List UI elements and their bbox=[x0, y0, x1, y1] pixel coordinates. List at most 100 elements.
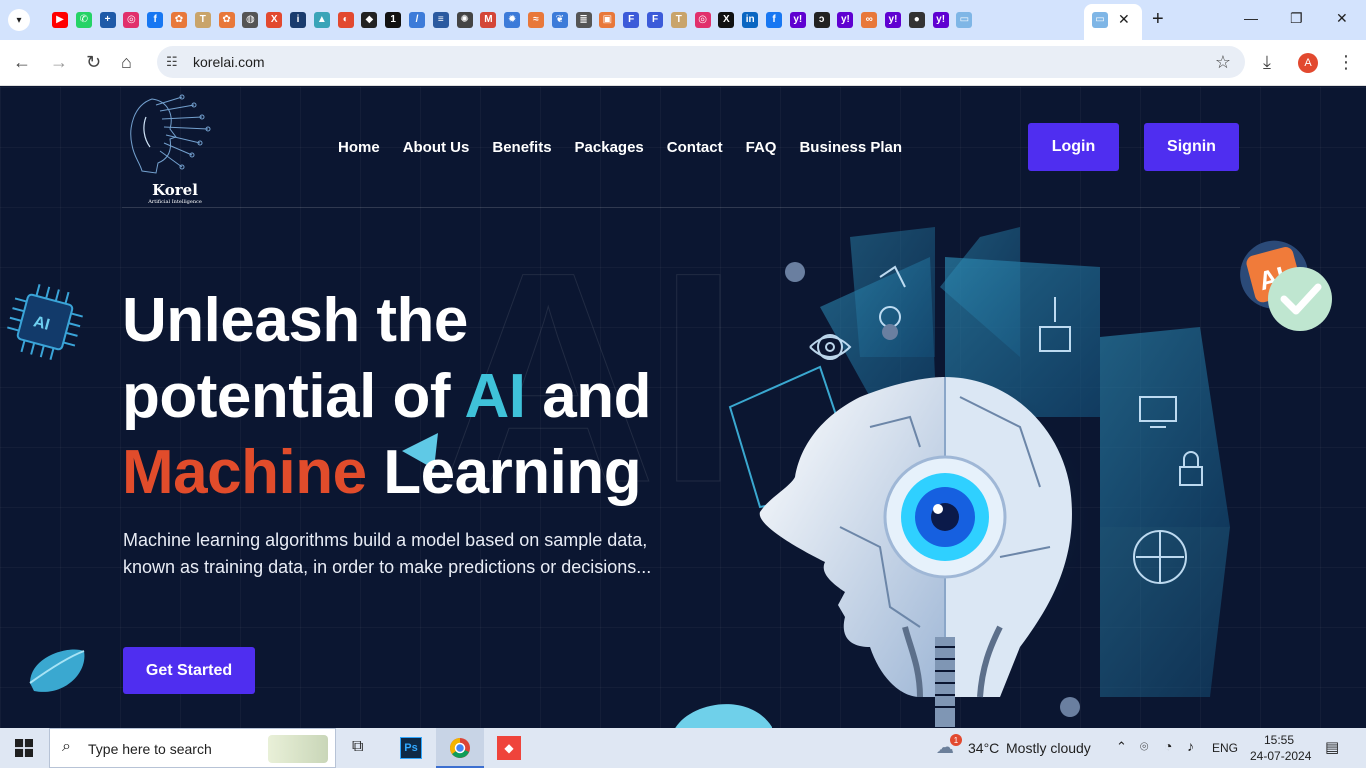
close-icon[interactable]: ✕ bbox=[1118, 11, 1130, 28]
gmail-icon[interactable]: M bbox=[480, 12, 497, 28]
minimize-icon[interactable]: — bbox=[1244, 10, 1258, 26]
reload-icon[interactable]: ↻ bbox=[86, 53, 101, 71]
logo-subtitle: Artificial Intelligence bbox=[148, 199, 202, 205]
decorative-blob bbox=[675, 704, 772, 728]
leaf-icon[interactable]: ❦ bbox=[551, 12, 568, 28]
logo-name: Korel bbox=[152, 181, 198, 199]
forward-icon[interactable]: → bbox=[50, 53, 68, 71]
nav-home[interactable]: Home bbox=[338, 139, 380, 156]
tcc-icon[interactable]: ≡ bbox=[432, 12, 449, 28]
box-icon[interactable]: ▣ bbox=[599, 12, 616, 28]
task-view-icon[interactable]: ⧉ bbox=[352, 738, 363, 756]
yahoo-icon[interactable]: y! bbox=[789, 12, 806, 28]
nav-about-us[interactable]: About Us bbox=[403, 139, 470, 156]
url-text[interactable]: korelai.com bbox=[193, 54, 265, 70]
taskbar-search-box[interactable]: ⌕ Type here to search bbox=[49, 728, 336, 768]
weather-temperature[interactable]: 34°C bbox=[968, 740, 999, 756]
dark-app-icon[interactable]: ◆ bbox=[361, 12, 378, 28]
hook-icon[interactable]: ɔ bbox=[813, 12, 830, 28]
facebook-icon[interactable]: f bbox=[147, 12, 164, 28]
one-icon[interactable]: 1 bbox=[385, 12, 402, 28]
yahoo-icon[interactable]: y! bbox=[885, 12, 901, 28]
header-divider bbox=[122, 207, 1240, 208]
x-icon[interactable]: X bbox=[718, 12, 735, 28]
emblem-icon[interactable]: ✿ bbox=[218, 12, 235, 28]
openai-icon[interactable]: ✺ bbox=[456, 12, 473, 28]
close-window-icon[interactable]: ✕ bbox=[1336, 10, 1348, 27]
chevron-up-icon[interactable]: ⌃ bbox=[1116, 739, 1127, 755]
globe-icon[interactable]: ◍ bbox=[242, 12, 259, 28]
meet-now-icon[interactable]: ⌾ bbox=[1140, 738, 1148, 755]
windows-start-icon[interactable] bbox=[15, 739, 33, 757]
youtube-icon[interactable]: ▶ bbox=[52, 12, 68, 28]
nav-contact[interactable]: Contact bbox=[667, 139, 723, 156]
linkedin-icon[interactable]: in bbox=[742, 12, 759, 28]
plus-app-icon[interactable]: + bbox=[99, 12, 116, 28]
home-icon[interactable]: ⌂ bbox=[121, 53, 132, 71]
signin-button[interactable]: Signin bbox=[1144, 123, 1239, 171]
chrome-taskbar-button[interactable] bbox=[436, 728, 484, 768]
language-indicator[interactable]: ENG bbox=[1212, 741, 1238, 755]
emblem-icon[interactable]: ✿ bbox=[171, 12, 187, 28]
indeed-icon[interactable]: i bbox=[290, 12, 306, 28]
weather-badge: 1 bbox=[950, 734, 962, 746]
network-icon[interactable]: ◔ bbox=[1164, 738, 1172, 754]
search-icon: ⌕ bbox=[62, 738, 71, 755]
hero-description: Machine learning algorithms build a mode… bbox=[123, 530, 652, 577]
circle-icon[interactable]: ● bbox=[908, 12, 925, 28]
restore-icon[interactable]: ❐ bbox=[1290, 10, 1303, 27]
hero-ai-highlight: AI bbox=[464, 362, 527, 431]
login-button[interactable]: Login bbox=[1028, 123, 1119, 171]
chrome-icon bbox=[450, 738, 470, 758]
facebook-icon[interactable]: f bbox=[766, 12, 782, 28]
instagram-icon[interactable]: ◎ bbox=[694, 12, 711, 28]
gear-icon[interactable]: ✹ bbox=[504, 12, 521, 28]
instagram-icon[interactable]: ◎ bbox=[123, 12, 140, 28]
tab-search-button[interactable]: ▾ bbox=[8, 9, 30, 31]
download-icon[interactable]: ⤓ bbox=[1263, 53, 1271, 71]
hero-line-3-end: Learning bbox=[366, 438, 642, 507]
new-tab-button[interactable]: + bbox=[1152, 9, 1164, 29]
photoshop-icon[interactable]: Ps bbox=[400, 737, 422, 759]
nav-packages[interactable]: Packages bbox=[575, 139, 644, 156]
search-placeholder: Type here to search bbox=[88, 741, 212, 757]
hero-line-1: Unleash the bbox=[122, 286, 468, 355]
nav-faq[interactable]: FAQ bbox=[746, 139, 777, 156]
t-icon[interactable]: T bbox=[194, 12, 211, 28]
nav-business-plan[interactable]: Business Plan bbox=[799, 139, 902, 156]
volume-icon[interactable]: ♪ bbox=[1187, 738, 1194, 754]
triangle-icon[interactable]: ▲ bbox=[313, 12, 330, 28]
profile-avatar[interactable]: A bbox=[1298, 53, 1318, 73]
nav-benefits[interactable]: Benefits bbox=[492, 139, 551, 156]
f-icon[interactable]: F bbox=[647, 12, 663, 28]
bookmark-star-icon[interactable]: ☆ bbox=[1215, 52, 1231, 73]
yahoo-icon[interactable]: y! bbox=[932, 12, 949, 28]
back-icon[interactable]: ← bbox=[13, 53, 31, 71]
wave-icon[interactable]: ≈ bbox=[528, 12, 544, 28]
ai-check-badge-icon: AI bbox=[1240, 240, 1332, 331]
t-icon[interactable]: T bbox=[670, 12, 687, 28]
link-icon[interactable]: ∞ bbox=[861, 12, 878, 28]
hero-heading: Unleash the potential of AI and Machine … bbox=[122, 283, 722, 511]
weather-description[interactable]: Mostly cloudy bbox=[1006, 740, 1091, 756]
get-started-button[interactable]: Get Started bbox=[123, 647, 255, 694]
x-icon[interactable]: X bbox=[266, 12, 283, 28]
swirl-icon[interactable]: ◐ bbox=[337, 12, 354, 28]
address-bar[interactable]: ☷ korelai.com ☆ bbox=[157, 46, 1245, 78]
slash-icon[interactable]: / bbox=[409, 12, 425, 28]
browser-toolbar: ← → ↻ ⌂ ☷ korelai.com ☆ ⤓ ⋮ bbox=[0, 40, 1366, 86]
more-menu-icon[interactable]: ⋮ bbox=[1337, 53, 1355, 71]
anydesk-icon[interactable]: ◆ bbox=[497, 736, 521, 760]
notifications-icon[interactable]: ▤ bbox=[1325, 738, 1339, 756]
clock-date[interactable]: 24-07-2024 bbox=[1250, 749, 1311, 763]
yahoo-icon[interactable]: y! bbox=[837, 12, 854, 28]
active-tab[interactable]: ▭ ✕ bbox=[1084, 4, 1142, 40]
search-highlight-illustration bbox=[268, 735, 328, 763]
stack-icon[interactable]: ≣ bbox=[575, 12, 592, 28]
window-icon[interactable]: ▭ bbox=[956, 12, 973, 28]
whatsapp-icon[interactable]: ✆ bbox=[75, 12, 92, 28]
site-settings-icon[interactable]: ☷ bbox=[166, 54, 178, 70]
clock-time[interactable]: 15:55 bbox=[1264, 733, 1294, 747]
robot-head-illustration bbox=[728, 227, 1230, 727]
f-icon[interactable]: F bbox=[623, 12, 640, 28]
